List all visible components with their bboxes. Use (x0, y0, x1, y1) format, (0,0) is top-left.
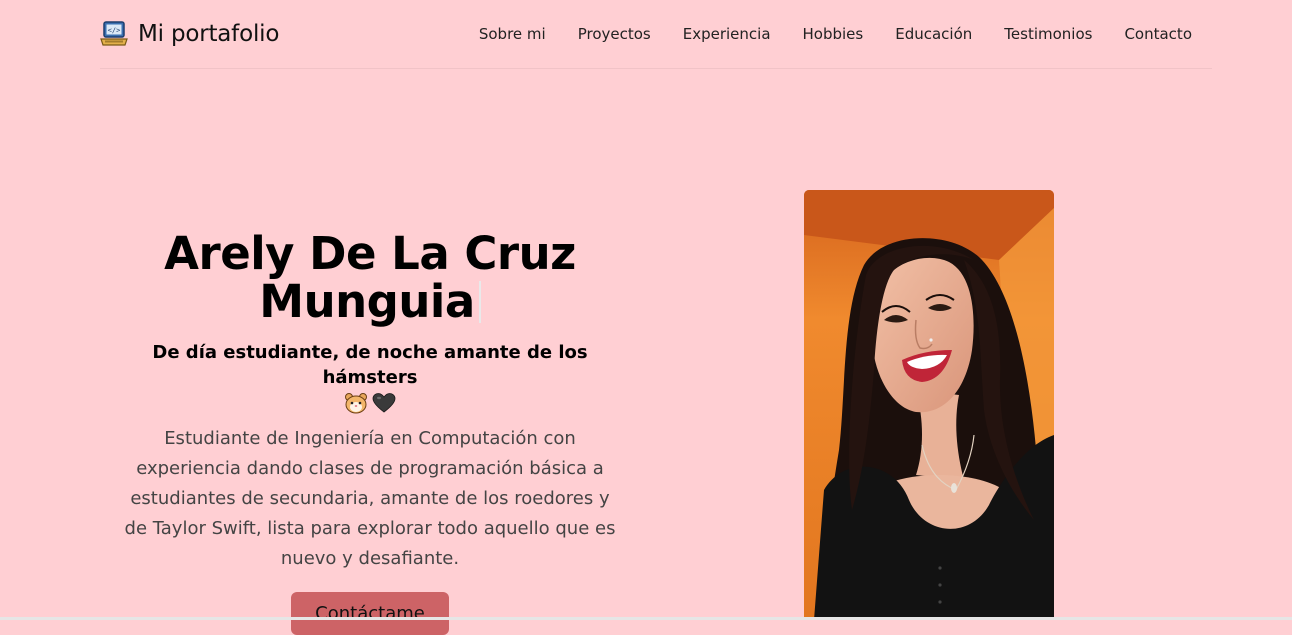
laptop-code-icon: </> (100, 20, 128, 48)
nav-link-sobre-mi[interactable]: Sobre mi (479, 25, 546, 43)
nav-link-hobbies[interactable]: Hobbies (803, 25, 864, 43)
hero-name-line2: Munguia (259, 275, 475, 328)
brand-title: Mi portafolio (138, 21, 280, 47)
hero-name: Arely De La Cruz Munguia (110, 230, 630, 326)
nav-link-testimonios[interactable]: Testimonios (1004, 25, 1092, 43)
navbar-inner: </> Mi portafolio Sobre mi Proyectos Exp… (100, 0, 1212, 69)
typing-cursor (478, 281, 481, 323)
navbar: </> Mi portafolio Sobre mi Proyectos Exp… (0, 0, 1292, 69)
hero-tagline: De día estudiante, de noche amante de lo… (152, 342, 588, 388)
svg-text:</>: </> (108, 27, 121, 35)
nav-links: Sobre mi Proyectos Experiencia Hobbies E… (479, 25, 1192, 43)
nav-link-contacto[interactable]: Contacto (1124, 25, 1192, 43)
nav-link-experiencia[interactable]: Experiencia (683, 25, 771, 43)
hero-section: Arely De La Cruz Munguia De día estudian… (110, 230, 630, 635)
contact-button[interactable]: Contáctame (291, 592, 449, 635)
nav-link-educacion[interactable]: Educación (895, 25, 972, 43)
hamster-icon (344, 392, 368, 414)
hero-name-line1: Arely De La Cruz (164, 227, 576, 280)
black-heart-icon (372, 392, 396, 414)
profile-photo (804, 190, 1054, 620)
hero-description: Estudiante de Ingeniería en Computación … (124, 428, 616, 569)
brand-link[interactable]: </> Mi portafolio (100, 20, 279, 48)
tagline-emojis (110, 392, 630, 414)
nav-link-proyectos[interactable]: Proyectos (578, 25, 651, 43)
